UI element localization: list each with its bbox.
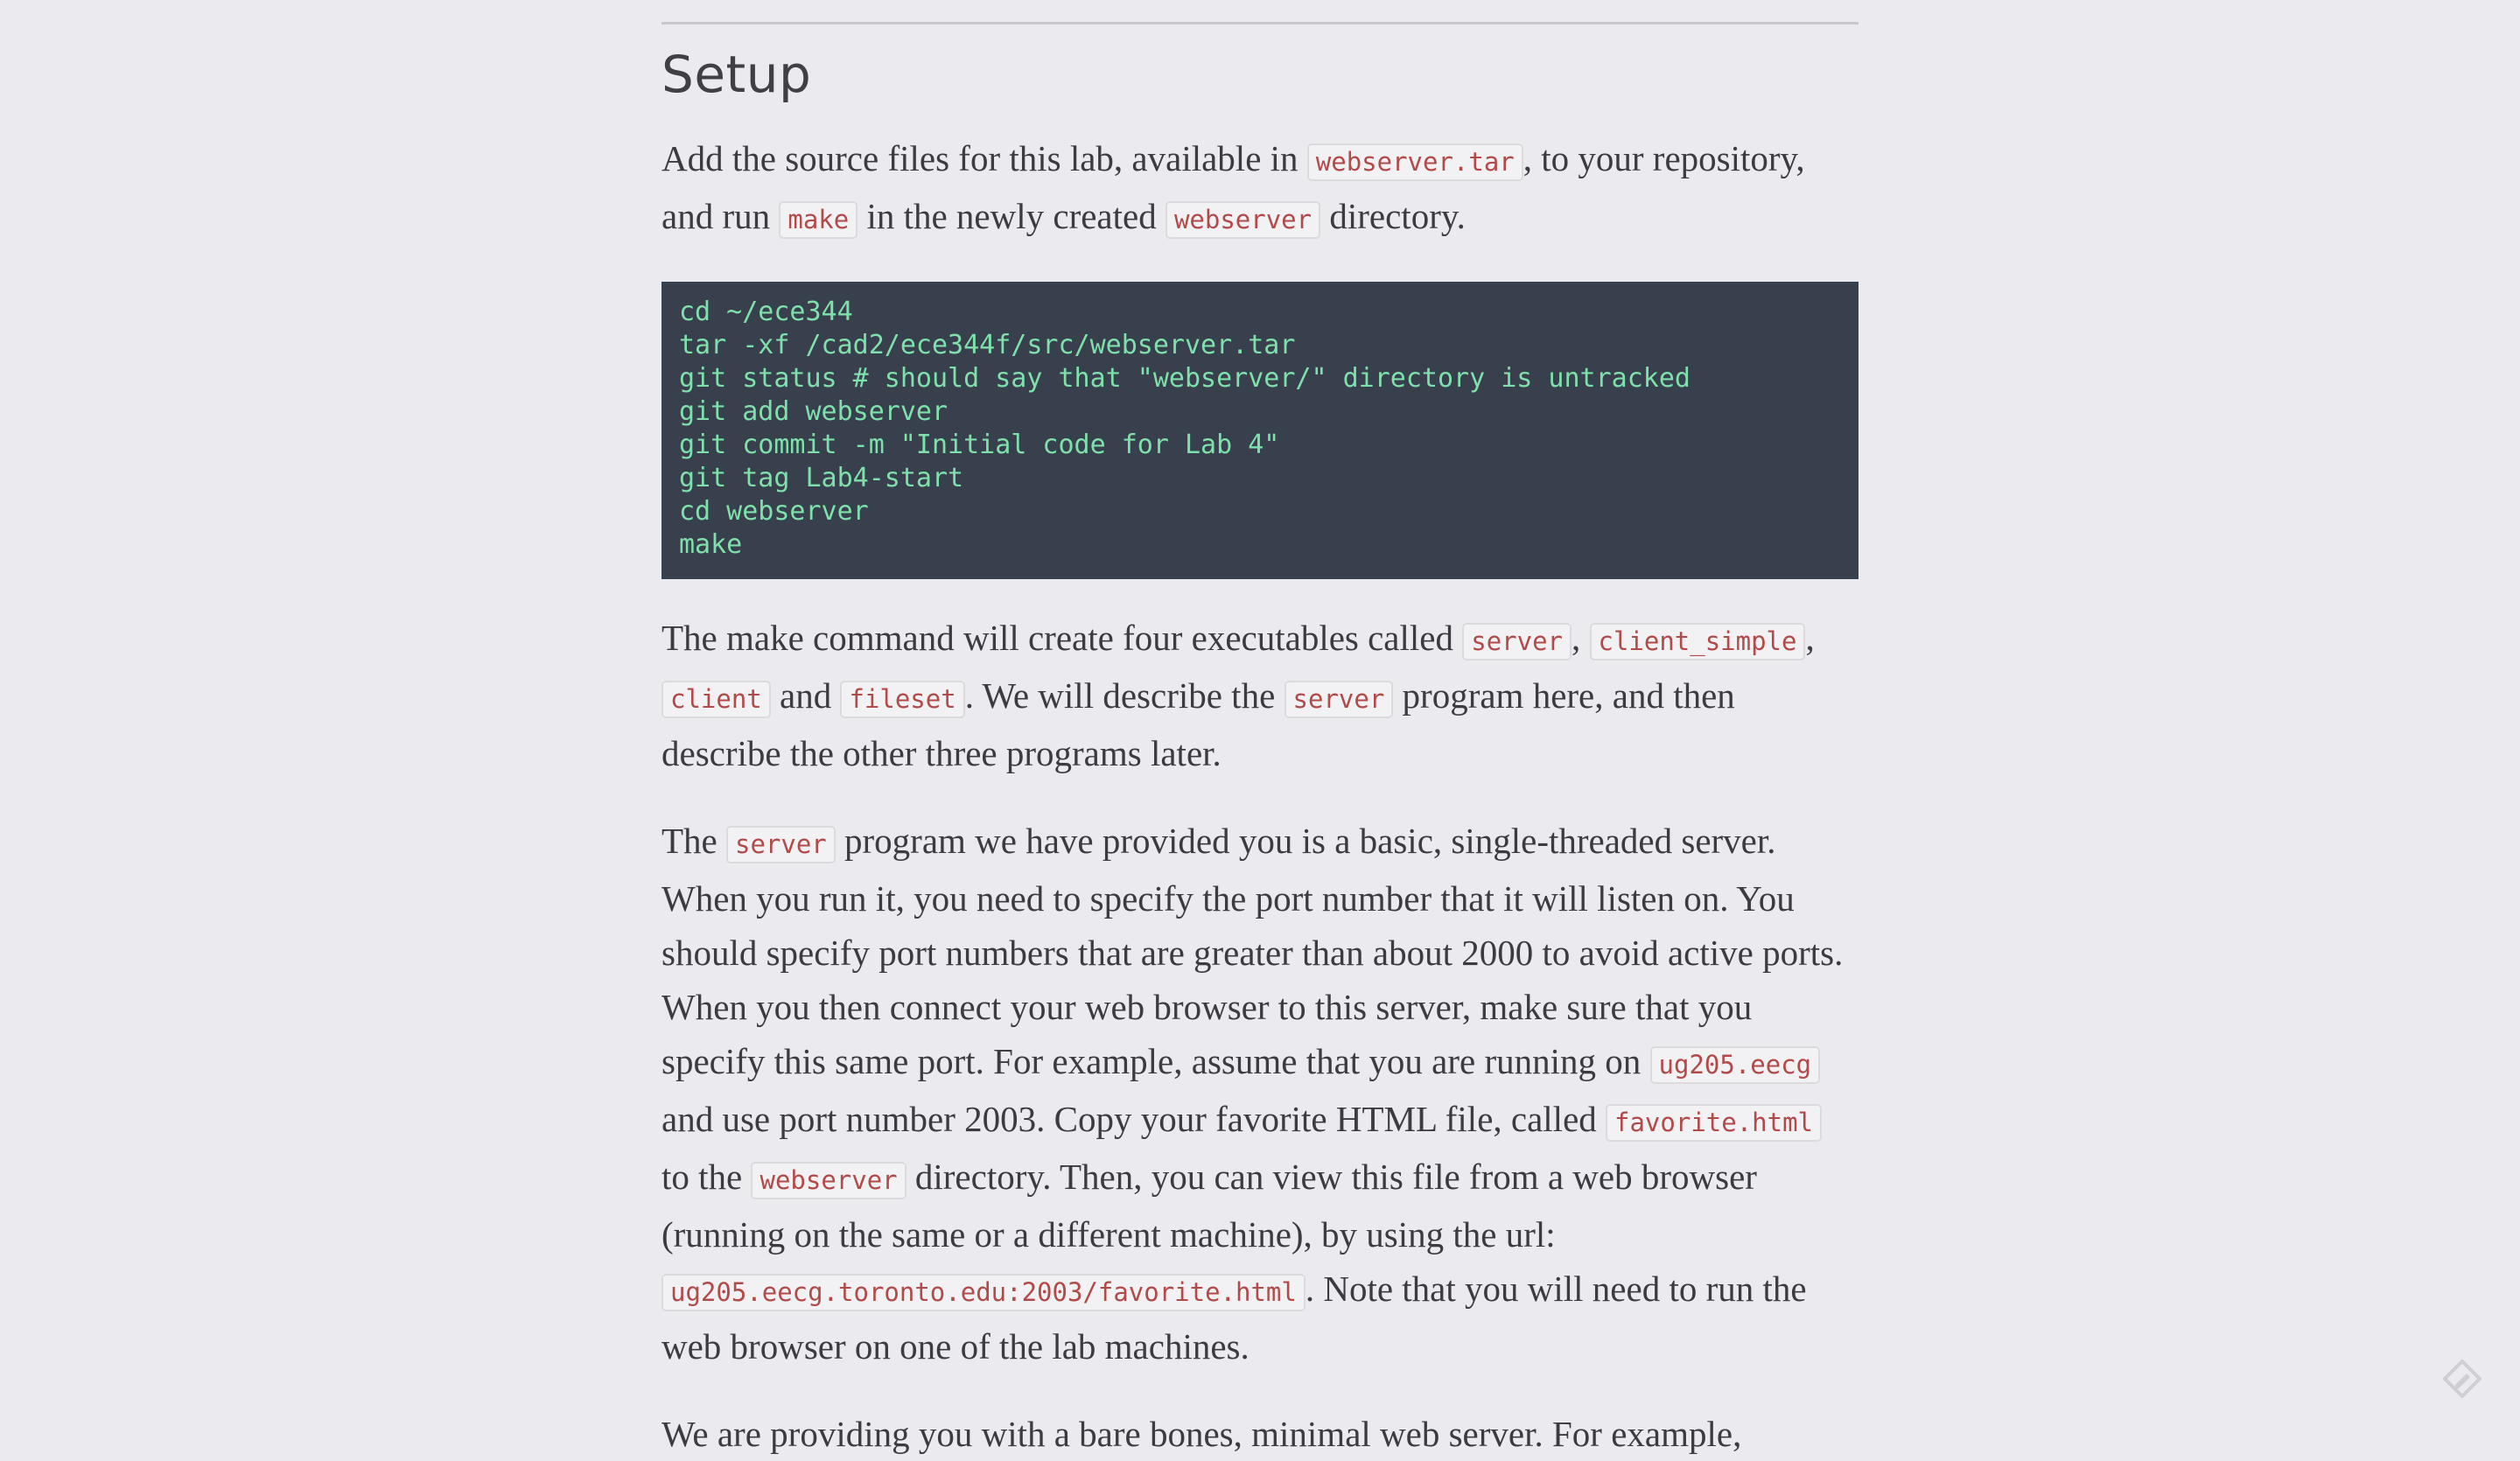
inline-code: ug205.eecg xyxy=(1649,1046,1821,1084)
inline-code: webserver.tar xyxy=(1306,143,1523,181)
inline-code: webserver xyxy=(1165,201,1321,239)
server-text: The xyxy=(662,821,726,861)
server-text: and use port number 2003. Copy your favo… xyxy=(662,1099,1606,1139)
make-text: , xyxy=(1572,618,1590,658)
code-line: git commit -m "Initial code for Lab 4" xyxy=(679,430,1280,460)
code-line: git tag Lab4-start xyxy=(679,463,964,493)
code-line: cd webserver xyxy=(679,496,869,527)
code-line: tar -xf /cad2/ece344f/src/webserver.tar xyxy=(679,330,1296,360)
bare-bones-paragraph: We are providing you with a bare bones, … xyxy=(662,1414,1742,1454)
intro-paragraph: Add the source files for this lab, avail… xyxy=(662,131,1858,247)
code-line: cd ~/ece344 xyxy=(679,297,853,327)
inline-code: webserver xyxy=(751,1162,906,1199)
inline-code: fileset xyxy=(840,681,965,718)
server-text: to the xyxy=(662,1157,752,1197)
inline-code: ug205.eecg.toronto.edu:2003/favorite.htm… xyxy=(662,1274,1306,1311)
intro-text: in the newly created xyxy=(858,196,1166,236)
inline-code: make xyxy=(779,201,858,239)
make-paragraph: The make command will create four execut… xyxy=(662,611,1858,780)
make-text: . We will describe the xyxy=(964,675,1284,716)
inline-code: client_simple xyxy=(1589,623,1806,661)
server-paragraph: The server program we have provided you … xyxy=(662,814,1858,1374)
intro-text: Add the source files for this lab, avail… xyxy=(662,138,1307,178)
inline-code: client xyxy=(662,681,771,718)
make-text: and xyxy=(770,675,841,716)
section-divider xyxy=(662,22,1858,24)
code-line: make xyxy=(679,529,743,560)
code-line: git status # should say that "webserver/… xyxy=(679,363,1690,394)
code-line: git add webserver xyxy=(679,396,948,427)
server-text: program we have provided you is a basic,… xyxy=(662,821,1844,1081)
make-text: , xyxy=(1805,618,1815,658)
make-text: The make command will create four execut… xyxy=(662,618,1463,658)
intro-text: directory. xyxy=(1320,196,1466,236)
command-code-block[interactable]: cd ~/ece344 tar -xf /cad2/ece344f/src/web… xyxy=(662,282,1858,579)
inline-code: server xyxy=(1462,623,1572,661)
article: Setup Add the source files for this lab,… xyxy=(662,0,1858,1461)
section-title: Setup xyxy=(662,45,812,104)
inline-code: server xyxy=(726,826,836,863)
inline-code: server xyxy=(1284,681,1394,718)
inline-code: favorite.html xyxy=(1606,1104,1822,1142)
pencil-edit-icon[interactable] xyxy=(2441,1358,2483,1400)
